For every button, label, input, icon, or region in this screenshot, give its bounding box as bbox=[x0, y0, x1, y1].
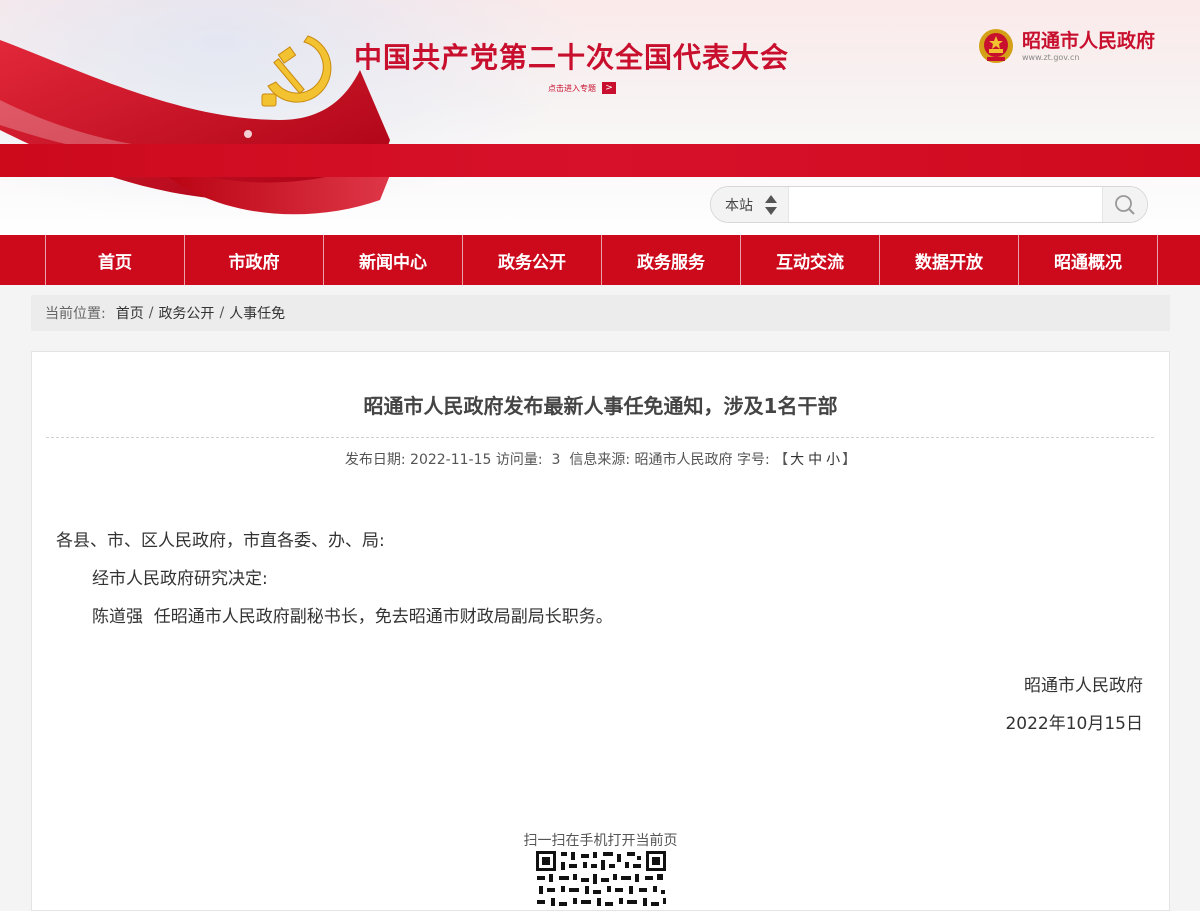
nav-item-services[interactable]: 政务服务 bbox=[602, 235, 741, 285]
search-scope-select[interactable]: 本站 bbox=[711, 187, 789, 222]
appointment-paragraph: 陈道强 任昭通市人民政府副秘书长，免去昭通市财政局副局长职务。 bbox=[92, 607, 613, 627]
publish-date: 2022-11-15 bbox=[410, 452, 492, 468]
title-divider bbox=[46, 437, 1154, 438]
info-source: 昭通市人民政府 bbox=[634, 452, 733, 468]
salutation-paragraph: 各县、市、区人民政府，市直各委、办、局: bbox=[56, 531, 385, 551]
search-input[interactable] bbox=[789, 187, 1102, 222]
congress-title[interactable]: 中国共产党第二十次全国代表大会 bbox=[354, 36, 789, 76]
article-meta: 发布日期: 2022-11-15 访问量: 3 信息来源: 昭通市人民政府 字号… bbox=[32, 449, 1169, 469]
nav-item-government[interactable]: 市政府 bbox=[185, 235, 324, 285]
breadcrumb-home[interactable]: 首页 bbox=[116, 303, 144, 323]
arrow-right-icon: > bbox=[602, 82, 616, 94]
font-size-medium-button[interactable]: 中 bbox=[808, 452, 822, 468]
sort-arrows-icon bbox=[765, 194, 777, 215]
nav-item-open-affairs[interactable]: 政务公开 bbox=[463, 235, 602, 285]
qr-caption: 扫一扫在手机打开当前页 bbox=[523, 833, 678, 849]
signature-block: 昭通市人民政府 2022年10月15日 bbox=[1005, 667, 1143, 743]
article-card: 昭通市人民政府发布最新人事任免通知，涉及1名干部 发布日期: 2022-11-1… bbox=[31, 351, 1170, 911]
signature-date: 2022年10月15日 bbox=[1005, 714, 1143, 734]
search-bar: 本站 bbox=[710, 186, 1148, 223]
enter-topic-link[interactable]: 点击进入专题 > bbox=[548, 82, 616, 94]
visit-count: 3 bbox=[551, 452, 561, 468]
red-band bbox=[0, 144, 1200, 177]
search-button[interactable] bbox=[1102, 187, 1147, 222]
national-emblem-icon bbox=[979, 29, 1013, 63]
visits-label: 访问量: bbox=[495, 452, 543, 468]
site-url: www.zt.gov.cn bbox=[1022, 53, 1080, 62]
fontsize-label: 字号: bbox=[736, 452, 770, 468]
article-body: 各县、市、区人民政府，市直各委、办、局: 经市人民政府研究决定: 陈道强 任昭通… bbox=[56, 522, 1146, 636]
search-icon bbox=[1115, 194, 1135, 215]
decision-paragraph: 经市人民政府研究决定: bbox=[92, 569, 268, 589]
search-scope-label: 本站 bbox=[725, 197, 753, 214]
font-size-small-button[interactable]: 小 bbox=[826, 452, 840, 468]
hammer-sickle-emblem-icon bbox=[261, 35, 332, 107]
breadcrumb-separator: / bbox=[148, 305, 154, 321]
nav-item-overview[interactable]: 昭通概况 bbox=[1019, 235, 1158, 285]
enter-topic-label: 点击进入专题 bbox=[548, 83, 596, 93]
nav-item-open-data[interactable]: 数据开放 bbox=[880, 235, 1019, 285]
breadcrumb-personnel[interactable]: 人事任免 bbox=[229, 303, 285, 323]
source-label: 信息来源: bbox=[569, 452, 631, 468]
breadcrumb-separator: / bbox=[219, 305, 225, 321]
bracket-close: 】 bbox=[842, 452, 857, 468]
nav-item-interaction[interactable]: 互动交流 bbox=[741, 235, 880, 285]
date-label: 发布日期: bbox=[344, 452, 406, 468]
main-nav: 首页 市政府 新闻中心 政务公开 政务服务 互动交流 数据开放 昭通概况 bbox=[0, 235, 1200, 285]
article-title: 昭通市人民政府发布最新人事任免通知，涉及1名干部 bbox=[363, 394, 838, 418]
header-banner: 中国共产党第二十次全国代表大会 点击进入专题 > 昭通市人民政府 www.zt.… bbox=[0, 0, 1200, 235]
site-logo[interactable]: 昭通市人民政府 www.zt.gov.cn bbox=[978, 28, 1155, 64]
nav-item-home[interactable]: 首页 bbox=[46, 235, 185, 285]
breadcrumb-open-affairs[interactable]: 政务公开 bbox=[158, 303, 214, 323]
site-name: 昭通市人民政府 bbox=[1022, 30, 1156, 52]
breadcrumb: 当前位置: 首页 / 政务公开 / 人事任免 bbox=[31, 295, 1170, 331]
breadcrumb-label: 当前位置: bbox=[45, 306, 106, 322]
bracket-open: 【 bbox=[774, 452, 789, 468]
font-size-switcher: 【大中小】 bbox=[774, 452, 856, 468]
qr-code bbox=[535, 850, 667, 910]
font-size-large-button[interactable]: 大 bbox=[790, 452, 804, 468]
signature-org: 昭通市人民政府 bbox=[1024, 676, 1143, 696]
nav-item-news[interactable]: 新闻中心 bbox=[324, 235, 463, 285]
